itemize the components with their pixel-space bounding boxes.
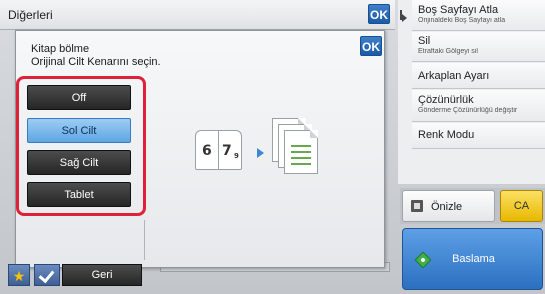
ok-button-dialog[interactable]: OK (360, 36, 382, 56)
arrow-right-icon (402, 14, 407, 22)
menu-item-sub: Etraftaki Gölgeyi sil (418, 48, 478, 55)
page-title: Diğerleri (8, 8, 53, 22)
menu-item-label: Arkaplan Ayarı (418, 70, 490, 82)
arrow-right-icon (257, 148, 264, 158)
preview-button[interactable]: Önizle (402, 190, 495, 222)
back-button[interactable]: Geri (62, 264, 142, 286)
sheet (284, 130, 318, 174)
menu-item-sub: Orijinaldeki Boş Sayfayı atla (418, 17, 506, 24)
top-bar: Diğerleri (0, 0, 395, 30)
menu-item-sub: Gönderme Çözünürlüğü değiştir (418, 107, 518, 114)
check-icon[interactable] (34, 264, 60, 286)
menu-item-skip-blank[interactable]: Boş Sayfayı Atla Orijinaldeki Boş Sayfay… (412, 0, 545, 31)
menu-item-color-mode[interactable]: Renk Modu (412, 123, 545, 149)
menu-item-label: Çözünürlük (418, 94, 474, 106)
dialog-title: Kitap bölme Orijinal Cilt Kenarını seçin… (31, 43, 161, 69)
page-number-left: 6 (202, 143, 212, 159)
option-tablet-button[interactable]: Tablet (27, 182, 131, 207)
start-label: Baslama (452, 253, 495, 265)
page-number-right: 7 (222, 143, 232, 159)
option-right-binding-button[interactable]: Sağ Cilt (27, 150, 131, 175)
menu-item-background[interactable]: Arkaplan Ayarı (412, 63, 545, 89)
clear-all-button[interactable]: CA (500, 190, 543, 222)
page-number-sub: 9 (234, 152, 239, 160)
menu-item-resolution[interactable]: Çözünürlük Gönderme Çözünürlüğü değiştir (412, 90, 545, 122)
star-icon[interactable]: ★ (8, 264, 30, 286)
menu-item-erase[interactable]: Sil Etraftaki Gölgeyi sil (412, 32, 545, 62)
start-button[interactable]: Baslama (402, 228, 543, 290)
dialog-title-line1: Kitap bölme (31, 43, 90, 55)
menu-item-label: Renk Modu (418, 129, 475, 141)
dialog-title-line2: Orijinal Cilt Kenarını seçin. (31, 56, 161, 68)
text-lines-icon (291, 145, 311, 169)
divider (144, 220, 145, 260)
open-book-icon: 6 7 9 (195, 130, 243, 174)
preview-label: Önizle (431, 201, 463, 213)
menu-item-label: Sil (418, 35, 431, 47)
menu-item-label: Boş Sayfayı Atla (418, 4, 499, 16)
ok-button-top[interactable]: OK (368, 4, 390, 24)
option-off-button[interactable]: Off (27, 85, 131, 110)
document-stack-icon (272, 118, 332, 178)
preview-icon (411, 200, 423, 212)
option-left-binding-button[interactable]: Sol Cilt (27, 118, 131, 143)
